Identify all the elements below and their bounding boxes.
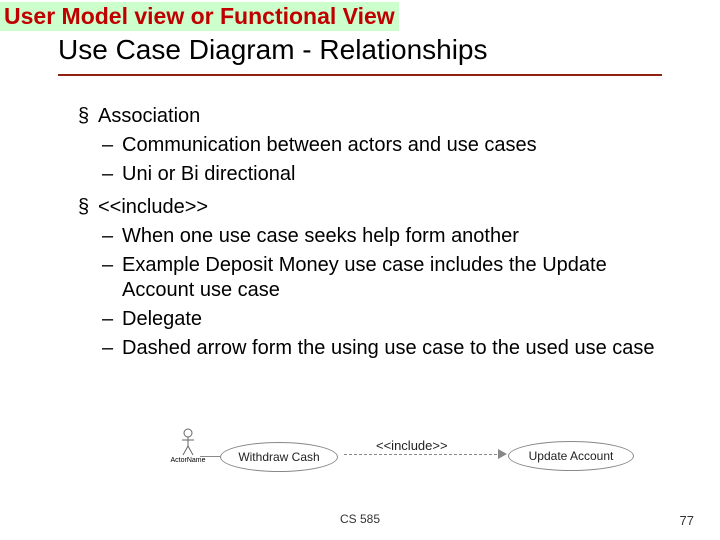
bullet-include: <<include>>	[78, 195, 662, 220]
title-rule	[58, 74, 662, 76]
include-label: <<include>>	[376, 438, 448, 453]
subbullet: Dashed arrow form the using use case to …	[78, 336, 662, 361]
arrowhead-icon	[498, 449, 507, 459]
subbullet: Communication between actors and use cas…	[78, 133, 662, 158]
subbullet: Example Deposit Money use case includes …	[78, 253, 662, 303]
actor-icon: ActorName	[166, 428, 210, 464]
subbullet: When one use case seeks help form anothe…	[78, 224, 662, 249]
actor-assoc-line	[200, 456, 220, 457]
usecase-update: Update Account	[508, 441, 634, 471]
bullet-association: Association	[78, 104, 662, 129]
page-number: 77	[680, 513, 694, 528]
slide-title: Use Case Diagram - Relationships	[58, 34, 662, 72]
footer-course: CS 585	[0, 512, 720, 526]
title-block: Use Case Diagram - Relationships	[58, 34, 662, 76]
content: Association Communication between actors…	[78, 96, 662, 363]
uml-diagram: ActorName Withdraw Cash <<include>> Upda…	[166, 432, 666, 482]
banner: User Model view or Functional View	[0, 2, 399, 31]
subbullet: Delegate	[78, 307, 662, 332]
include-arrow-line	[344, 454, 502, 455]
usecase-withdraw: Withdraw Cash	[220, 442, 338, 472]
subbullet: Uni or Bi directional	[78, 162, 662, 187]
actor-label: ActorName	[166, 457, 210, 464]
